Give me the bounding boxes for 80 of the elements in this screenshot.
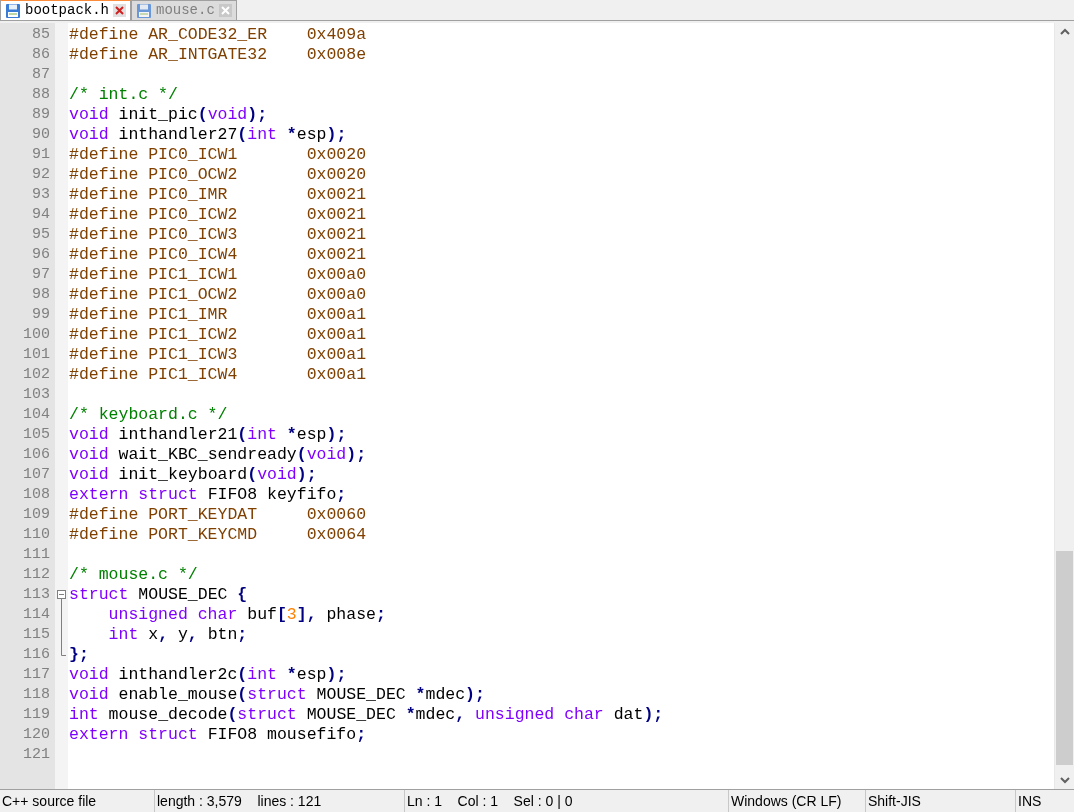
- status-text: Ln : 1 Col : 1 Sel : 0 | 0: [407, 791, 573, 811]
- code-line: void enable_mouse(struct MOUSE_DEC *mdec);: [68, 685, 485, 705]
- line-number: 95: [32, 225, 50, 245]
- code-line: void init_pic(void);: [68, 105, 268, 125]
- code-line: #define PIC1_ICW1 0x00a0: [68, 265, 367, 285]
- line-number: 113: [23, 585, 50, 605]
- code-line: struct MOUSE_DEC {: [68, 585, 248, 605]
- line-number: 103: [23, 385, 50, 405]
- line-number: 92: [32, 165, 50, 185]
- line-number: 116: [23, 645, 50, 665]
- line-number: 111: [23, 545, 50, 565]
- code-line: void inthandler2c(int *esp);: [68, 665, 347, 685]
- line-number: 93: [32, 185, 50, 205]
- code-line: #define AR_INTGATE32 0x008e: [68, 45, 367, 65]
- line-number: 104: [23, 405, 50, 425]
- line-number: 102: [23, 365, 50, 385]
- line-number: 110: [23, 525, 50, 545]
- line-number: 114: [23, 605, 50, 625]
- line-number: 88: [32, 85, 50, 105]
- line-number: 94: [32, 205, 50, 225]
- line-number: 96: [32, 245, 50, 265]
- line-number: 108: [23, 485, 50, 505]
- code-line: /* int.c */: [68, 85, 178, 105]
- line-number: 120: [23, 725, 50, 745]
- line-number: 86: [32, 45, 50, 65]
- close-icon[interactable]: [113, 4, 126, 17]
- code-line: #define PIC0_IMR 0x0021: [68, 185, 367, 205]
- code-line: void inthandler27(int *esp);: [68, 125, 347, 145]
- status-text: INS: [1018, 791, 1042, 811]
- scroll-thumb[interactable]: [1056, 551, 1073, 765]
- line-number: 98: [32, 285, 50, 305]
- status-text: length : 3,579 lines : 121: [157, 791, 322, 811]
- code-line: /* keyboard.c */: [68, 405, 228, 425]
- line-number: 109: [23, 505, 50, 525]
- line-number: 99: [32, 305, 50, 325]
- code-line: int x, y, btn;: [107, 625, 248, 645]
- line-number: 118: [23, 685, 50, 705]
- line-number: 119: [23, 705, 50, 725]
- code-line: #define AR_CODE32_ER 0x409a: [68, 25, 367, 45]
- line-number: 115: [23, 625, 50, 645]
- status-text: Windows (CR LF): [731, 791, 842, 811]
- code-line: #define PORT_KEYDAT 0x0060: [68, 505, 367, 525]
- code-line: };: [68, 645, 89, 665]
- line-number: 91: [32, 145, 50, 165]
- code-line: #define PORT_KEYCMD 0x0064: [68, 525, 367, 545]
- code-line: #define PIC1_ICW2 0x00a1: [68, 325, 367, 345]
- code-line: void wait_KBC_sendready(void);: [68, 445, 367, 465]
- code-line: int mouse_decode(struct MOUSE_DEC *mdec, unsigned char dat);: [68, 705, 664, 725]
- vertical-scrollbar[interactable]: [1054, 23, 1074, 789]
- code-line: #define PIC0_OCW2 0x0020: [68, 165, 367, 185]
- code-line: #define PIC0_ICW4 0x0021: [68, 245, 367, 265]
- line-number: 121: [23, 745, 50, 765]
- line-number: 85: [32, 25, 50, 45]
- line-number: 112: [23, 565, 50, 585]
- code-line: #define PIC1_ICW3 0x00a1: [68, 345, 367, 365]
- code-line: extern struct FIFO8 mousefifo;: [68, 725, 367, 745]
- file-tab[interactable]: bootpack.h: [0, 0, 131, 20]
- code-line: unsigned char buf[3], phase;: [107, 605, 386, 625]
- line-number: 107: [23, 465, 50, 485]
- line-number: 90: [32, 125, 50, 145]
- line-number: 101: [23, 345, 50, 365]
- code-line: extern struct FIFO8 keyfifo;: [68, 485, 347, 505]
- code-line: void inthandler21(int *esp);: [68, 425, 347, 445]
- code-line: #define PIC0_ICW3 0x0021: [68, 225, 367, 245]
- line-number: 97: [32, 265, 50, 285]
- code-line: #define PIC0_ICW1 0x0020: [68, 145, 367, 165]
- code-line: #define PIC0_ICW2 0x0021: [68, 205, 367, 225]
- status-text: C++ source file: [2, 791, 97, 811]
- status-text: Shift-JIS: [868, 791, 921, 811]
- line-number: 89: [32, 105, 50, 125]
- line-number: 87: [32, 65, 50, 85]
- code-line: /* mouse.c */: [68, 565, 198, 585]
- code-line: #define PIC1_IMR 0x00a1: [68, 305, 367, 325]
- code-line: #define PIC1_ICW4 0x00a1: [68, 365, 367, 385]
- line-number: 117: [23, 665, 50, 685]
- line-number: 100: [23, 325, 50, 345]
- code-line: void init_keyboard(void);: [68, 465, 317, 485]
- code-line: #define PIC1_OCW2 0x00a0: [68, 285, 367, 305]
- line-number: 106: [23, 445, 50, 465]
- line-number: 105: [23, 425, 50, 445]
